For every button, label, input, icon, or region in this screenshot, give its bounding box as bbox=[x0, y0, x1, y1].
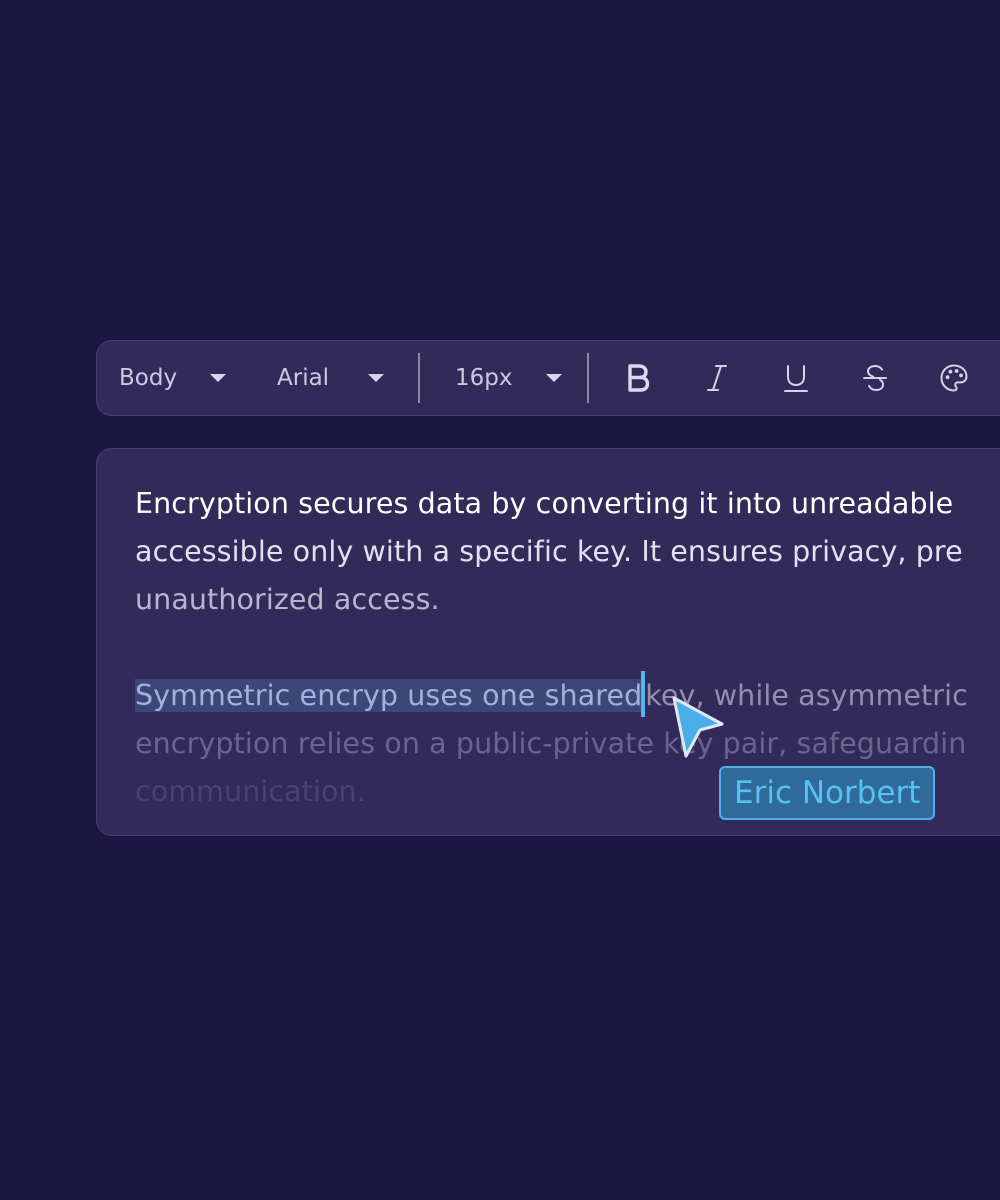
pointer-cursor-icon bbox=[672, 696, 724, 758]
paragraph-line: encryption relies on a public-private ke… bbox=[135, 727, 967, 760]
font-family-select[interactable]: Arial bbox=[277, 365, 415, 391]
paragraph-style-select[interactable]: Body bbox=[119, 365, 277, 391]
paragraph-line: Symmetric encryp uses one shared key, wh… bbox=[135, 671, 968, 720]
editor-paragraph: Encryption secures data by converting it… bbox=[135, 480, 963, 624]
strikethrough-button[interactable] bbox=[858, 361, 892, 395]
app-frame: Body Arial 16px Encryption secures data … bbox=[0, 0, 1000, 1200]
formatting-toolbar: Body Arial 16px bbox=[96, 340, 1000, 416]
chevron-down-icon bbox=[546, 374, 562, 382]
palette-icon bbox=[940, 364, 968, 392]
paragraph-line: Encryption secures data by converting it… bbox=[135, 487, 954, 520]
underline-button[interactable] bbox=[779, 361, 813, 395]
paragraph-line: accessible only with a specific key. It … bbox=[135, 535, 963, 568]
paragraph-style-value: Body bbox=[119, 365, 178, 391]
underline-icon bbox=[784, 365, 808, 392]
bold-button[interactable] bbox=[621, 361, 655, 395]
strikethrough-icon bbox=[863, 364, 887, 392]
font-size-value: 16px bbox=[455, 365, 513, 391]
toolbar-divider bbox=[418, 353, 420, 403]
italic-button[interactable] bbox=[700, 361, 734, 395]
chevron-down-icon bbox=[368, 374, 384, 382]
font-size-select[interactable]: 16px bbox=[455, 365, 575, 391]
toolbar-divider bbox=[587, 353, 589, 403]
text-color-button[interactable] bbox=[937, 361, 971, 395]
chevron-down-icon bbox=[210, 374, 226, 382]
italic-icon bbox=[707, 365, 727, 391]
collaborator-name-tag: Eric Norbert bbox=[719, 766, 936, 820]
font-family-value: Arial bbox=[277, 365, 330, 391]
bold-icon bbox=[628, 364, 650, 392]
text-selection: Symmetric encryp uses one shared bbox=[135, 679, 643, 712]
paragraph-line: unauthorized access. bbox=[135, 583, 440, 616]
